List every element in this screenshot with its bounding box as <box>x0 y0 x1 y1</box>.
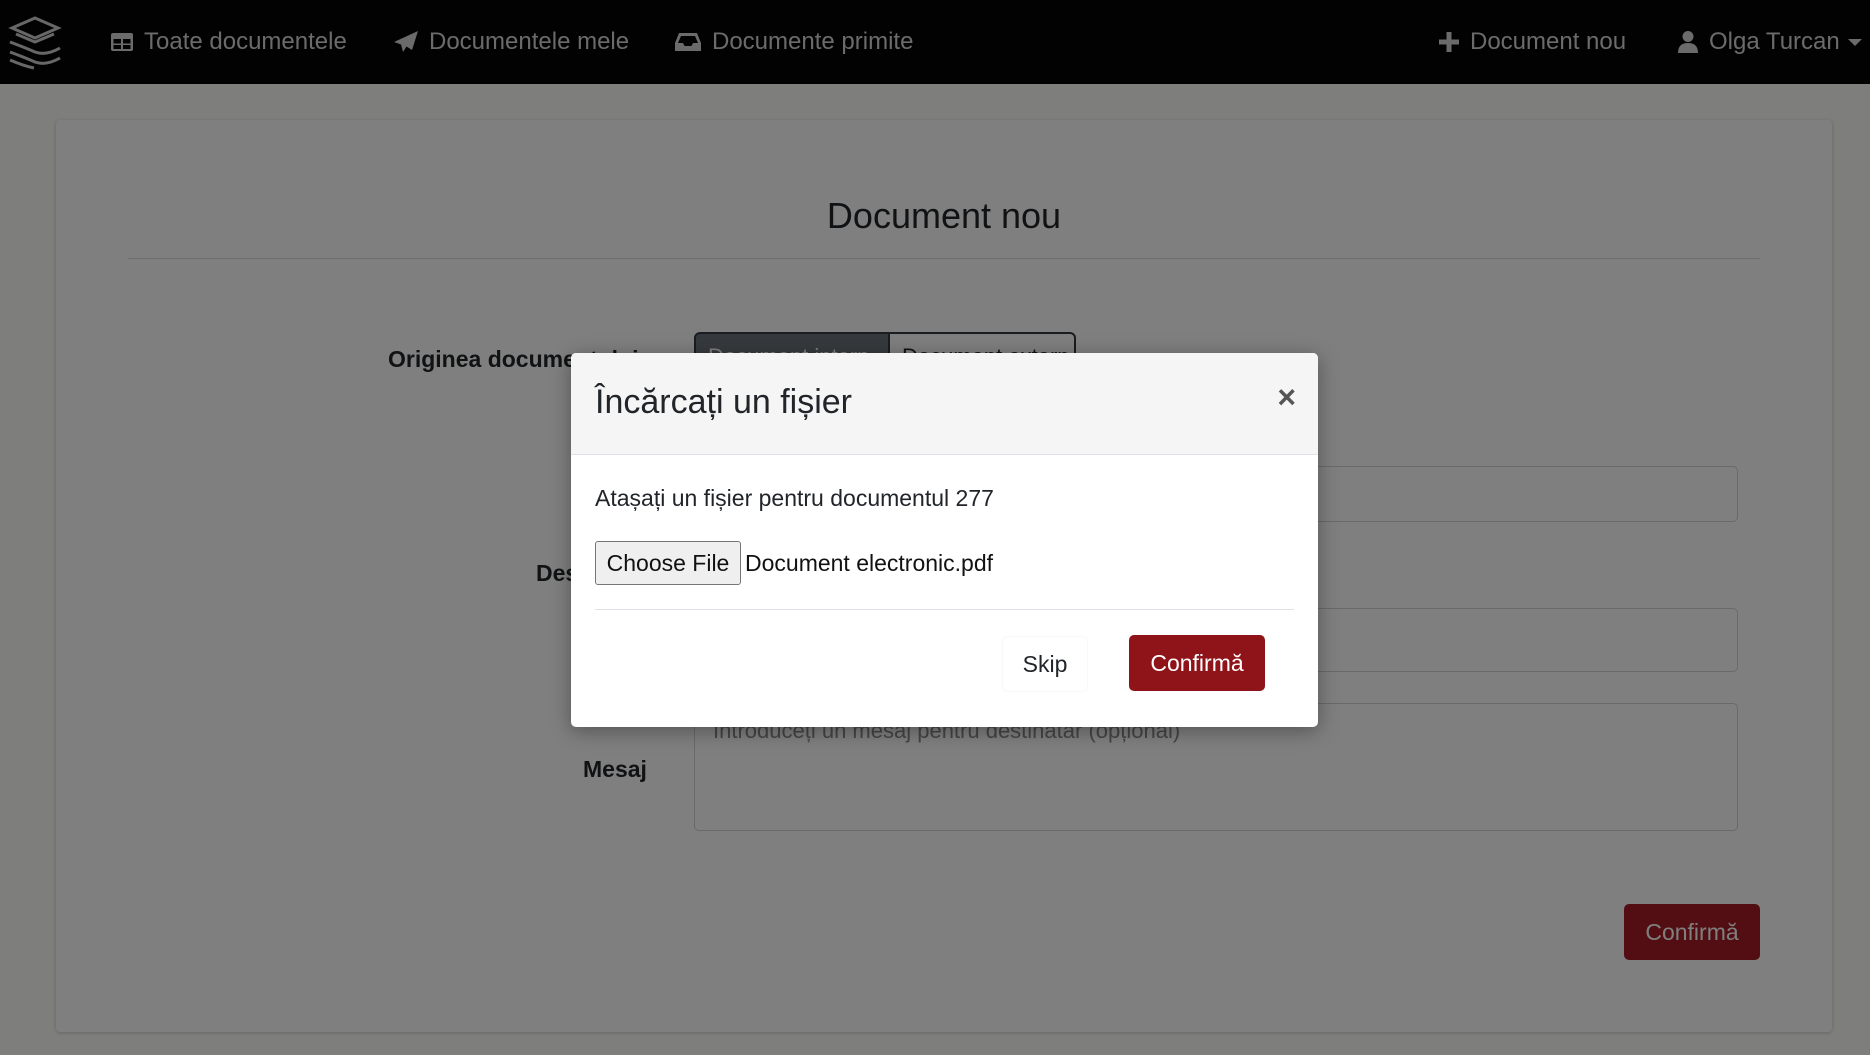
skip-button[interactable]: Skip <box>1003 637 1087 691</box>
upload-file-modal: Încărcați un fișier × Atașați un fișier … <box>571 353 1318 727</box>
confirm-button[interactable]: Confirmă <box>1129 635 1265 691</box>
close-icon[interactable]: × <box>1277 381 1296 413</box>
modal-divider <box>595 609 1294 610</box>
modal-header: Încărcați un fișier × <box>571 353 1318 455</box>
choose-file-button[interactable]: Choose File <box>595 541 741 585</box>
modal-title: Încărcați un fișier <box>595 383 852 421</box>
modal-instructions: Atașați un fișier pentru documentul 277 <box>595 485 994 511</box>
selected-file-name: Document electronic.pdf <box>745 550 994 576</box>
